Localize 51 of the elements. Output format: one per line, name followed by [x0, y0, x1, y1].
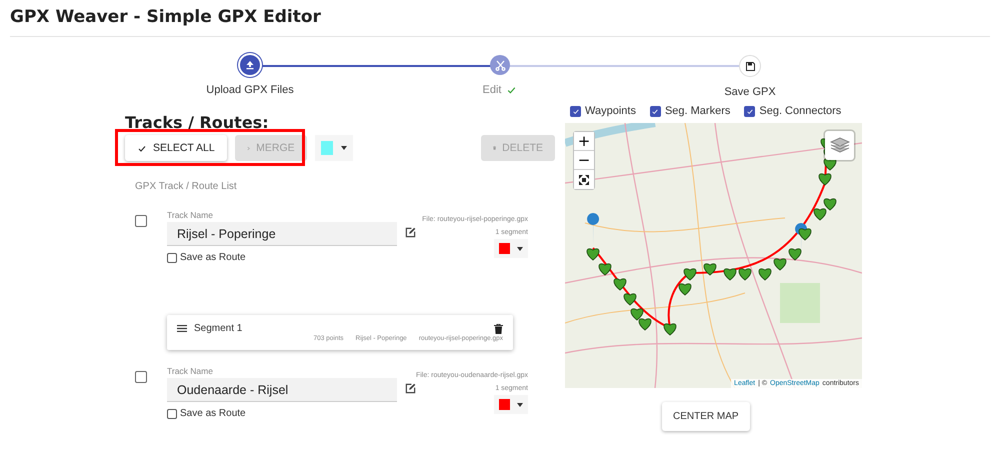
check-icon: [137, 144, 147, 152]
scissors-icon: [494, 60, 506, 70]
check-icon: [746, 108, 754, 114]
step-label: Upload GPX Files: [206, 84, 294, 96]
option-checkbox[interactable]: [650, 106, 661, 116]
trash-icon[interactable]: [494, 324, 503, 334]
option-label: Seg. Markers: [664, 105, 730, 117]
center-map-button[interactable]: CENTER MAP: [662, 402, 750, 431]
step-circle[interactable]: [739, 55, 761, 77]
field-label: Track Name: [167, 366, 214, 376]
color-picker[interactable]: [494, 395, 528, 414]
select-all-button[interactable]: SELECT ALL: [125, 135, 227, 161]
merge-icon: [246, 144, 250, 152]
fullscreen-icon: [579, 174, 589, 184]
color-picker[interactable]: [314, 135, 353, 161]
list-title: GPX Track / Route List: [135, 181, 237, 192]
section-heading: Tracks / Routes:: [125, 113, 269, 132]
checkbox-label: Save as Route: [180, 408, 246, 419]
map-drawing[interactable]: [565, 123, 862, 388]
save-icon: [746, 62, 754, 70]
color-picker[interactable]: [494, 239, 528, 258]
check-icon: [572, 108, 580, 114]
caret-icon: [340, 146, 347, 150]
track-name-field[interactable]: Rijsel - Poperinge: [167, 222, 397, 246]
upload-icon: [245, 60, 255, 70]
layers-button[interactable]: [825, 131, 854, 160]
layers-icon: [830, 136, 850, 154]
check-icon: [651, 108, 660, 114]
app-title: GPX Weaver - Simple GPX Editor: [10, 7, 321, 27]
track-name-field[interactable]: Oudenaarde - Rijsel: [167, 378, 397, 402]
option-checkbox[interactable]: [744, 106, 756, 116]
option-label: Waypoints: [585, 105, 636, 117]
edit-icon[interactable]: [404, 383, 416, 394]
track-checkbox[interactable]: [135, 371, 147, 383]
option-label: Seg. Connectors: [759, 105, 842, 117]
zoom-in-button[interactable]: +: [574, 132, 594, 151]
save-as-route-checkbox[interactable]: [167, 252, 177, 262]
color-swatch: [320, 141, 333, 155]
edit-icon[interactable]: [405, 227, 416, 238]
save-as-route-checkbox[interactable]: [167, 408, 177, 418]
menu-icon[interactable]: [177, 325, 187, 332]
track-checkbox[interactable]: [135, 215, 147, 227]
step-label: Edit: [482, 84, 502, 96]
step-label: Save GPX: [724, 86, 776, 98]
caret-icon: [517, 246, 523, 250]
segment-title: Segment 1: [194, 323, 242, 334]
field-label: Track Name: [167, 210, 214, 220]
checkbox-label: Save as Route: [180, 252, 246, 263]
option-checkbox[interactable]: [570, 106, 581, 116]
caret-icon: [517, 402, 523, 406]
step-circle[interactable]: [240, 55, 260, 75]
